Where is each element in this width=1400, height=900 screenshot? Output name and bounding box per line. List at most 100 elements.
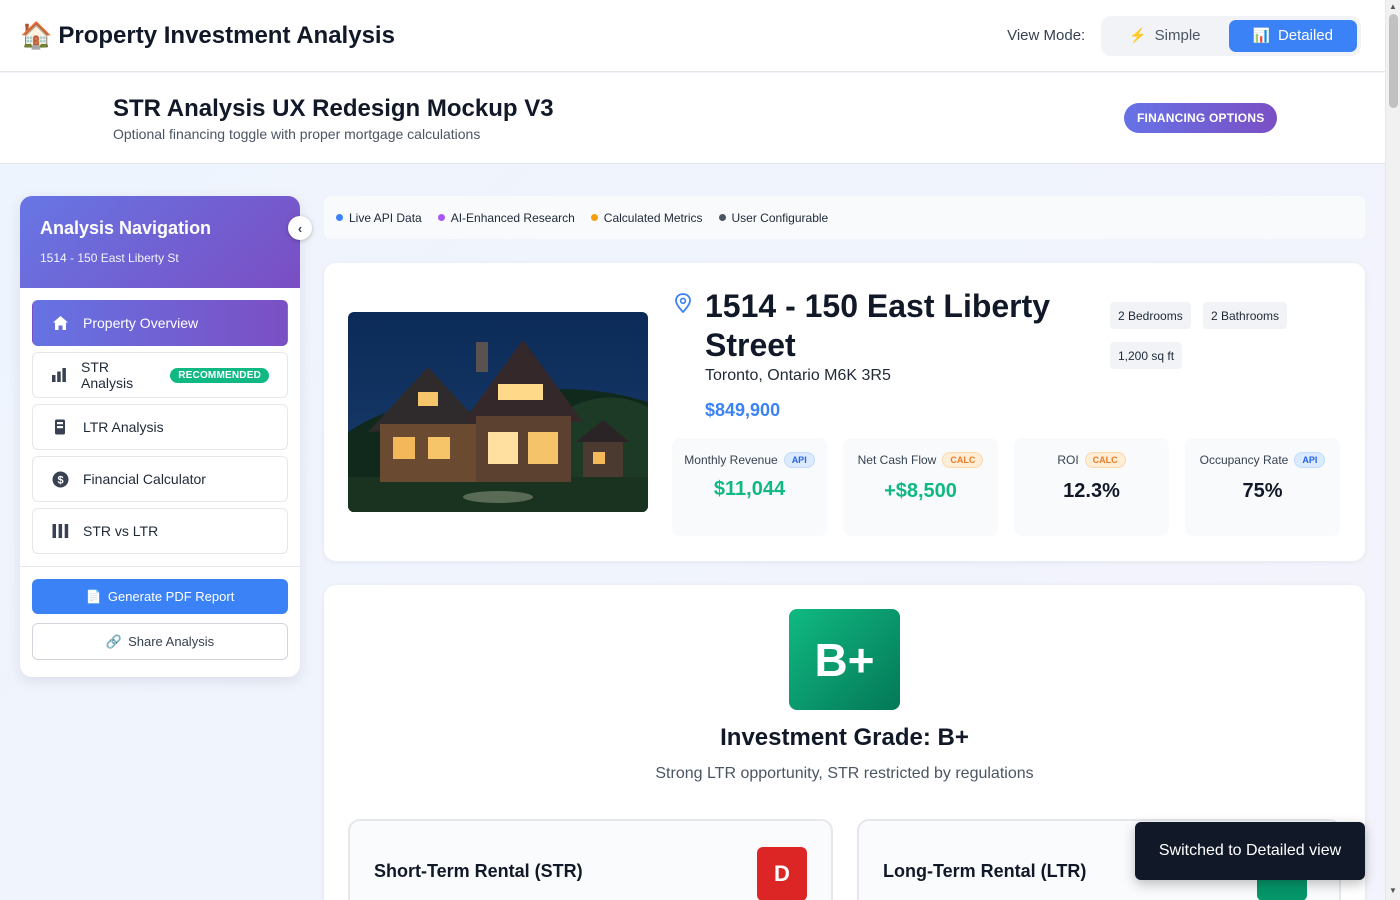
metric-label-text: Net Cash Flow — [857, 453, 937, 467]
legend-item: User Configurable — [718, 210, 829, 225]
view-mode-toggle: ⚡ Simple 📊 Detailed — [1101, 15, 1361, 56]
detailed-view-button[interactable]: 📊 Detailed — [1228, 19, 1357, 52]
dollar-icon: $ — [51, 470, 69, 488]
home-icon — [51, 314, 69, 332]
bedrooms-chip: 2 Bedrooms — [1110, 302, 1191, 329]
metric-label: Net Cash Flow CALC — [843, 452, 998, 468]
calc-tag: CALC — [1084, 452, 1126, 468]
sidebar-item-label: STR vs LTR — [83, 523, 159, 539]
metric-label-text: Monthly Revenue — [684, 453, 778, 467]
link-icon: 🔗 — [105, 633, 123, 649]
metric-card-monthly-revenue: Monthly Revenue API $11,044 — [672, 438, 827, 536]
property-card: 1514 - 150 East Liberty Street Toronto, … — [324, 263, 1365, 561]
sidebar-item-str-vs-ltr[interactable]: STR vs LTR — [32, 508, 288, 554]
property-price: $849,900 — [705, 400, 781, 420]
simple-view-label: Simple — [1154, 27, 1201, 44]
metric-value: 75% — [1242, 480, 1283, 502]
legend-dot — [718, 214, 726, 221]
metric-label-text: Occupancy Rate — [1199, 453, 1289, 467]
sidebar-item-label: STR Analysis — [81, 359, 134, 391]
metric-card-net-cash-flow: Net Cash Flow CALC +$8,500 — [843, 438, 998, 536]
metric-label: ROI CALC — [1014, 452, 1169, 468]
mockup-banner: STR Analysis UX Redesign Mockup V3 Optio… — [0, 73, 1385, 164]
detailed-view-label: Detailed — [1277, 27, 1333, 44]
calc-tag: CALC — [942, 452, 984, 468]
metric-label: Monthly Revenue API — [672, 452, 827, 468]
share-analysis-label: Share Analysis — [128, 634, 215, 649]
legend-dot — [590, 214, 598, 221]
sidebar-title: Analysis Navigation — [40, 218, 212, 238]
view-switch-toast: Switched to Detailed view — [1135, 822, 1365, 880]
str-grade-badge: D — [757, 847, 807, 900]
app-title-text: Property Investment Analysis — [58, 21, 395, 49]
recommended-badge: RECOMMENDED — [170, 367, 269, 383]
generate-pdf-label: Generate PDF Report — [107, 589, 235, 604]
property-address: Toronto, Ontario M6K 3R5 — [705, 367, 891, 384]
legend-label: User Configurable — [731, 210, 829, 225]
app-header: 🏠 Property Investment Analysis View Mode… — [0, 0, 1385, 72]
metric-label: Occupancy Rate API — [1185, 452, 1340, 468]
sidebar-item-label: Property Overview — [83, 315, 199, 331]
grade-badge: B+ — [789, 609, 900, 710]
legend-label: Live API Data — [349, 210, 422, 225]
sidebar-item-ltr-analysis[interactable]: LTR Analysis — [32, 404, 288, 450]
page-scrollbar[interactable]: ▲ ▼ — [1385, 0, 1400, 900]
sidebar-item-label: Financial Calculator — [83, 471, 206, 487]
view-mode-control: View Mode: ⚡ Simple 📊 Detailed — [1007, 15, 1361, 56]
sidebar-divider — [20, 566, 300, 567]
legend-label: AI-Enhanced Research — [450, 210, 575, 225]
metric-value: 12.3% — [1063, 480, 1120, 502]
sidebar-item-financial-calculator[interactable]: $ Financial Calculator — [32, 456, 288, 502]
scrollbar-thumb[interactable] — [1389, 14, 1398, 108]
sidebar-item-property-overview[interactable]: Property Overview — [32, 300, 288, 346]
legend-dot — [437, 214, 445, 221]
property-photo — [348, 312, 648, 512]
generate-pdf-button[interactable]: 📄 Generate PDF Report — [32, 579, 288, 614]
legend-dot — [336, 214, 343, 221]
ltr-card-title: Long-Term Rental (LTR) — [883, 861, 1087, 881]
api-tag: API — [1294, 452, 1326, 468]
square-feet-chip: 1,200 sq ft — [1110, 342, 1183, 369]
metric-card-occupancy-rate: Occupancy Rate API 75% — [1185, 438, 1340, 536]
building-icon — [51, 418, 69, 436]
compare-columns-icon — [51, 522, 69, 540]
bar-chart-icon — [51, 366, 67, 384]
lightning-icon: ⚡ — [1129, 27, 1147, 43]
str-summary-card[interactable]: Short-Term Rental (STR) D — [348, 819, 833, 900]
legend-item: AI-Enhanced Research — [437, 210, 575, 225]
api-tag: API — [783, 452, 815, 468]
simple-view-button[interactable]: ⚡ Simple — [1105, 20, 1224, 52]
scroll-down-arrow-icon[interactable]: ▼ — [1389, 886, 1397, 895]
sidebar-subtitle: 1514 - 150 East Liberty St — [40, 251, 179, 265]
grade-title: Investment Grade: B+ — [720, 724, 969, 751]
property-title: 1514 - 150 East Liberty Street — [705, 288, 1051, 363]
banner-subtitle: Optional financing toggle with proper mo… — [113, 126, 481, 142]
banner-title: STR Analysis UX Redesign Mockup V3 — [113, 95, 554, 122]
app-title: 🏠 Property Investment Analysis — [20, 20, 395, 51]
share-analysis-button[interactable]: 🔗 Share Analysis — [32, 623, 288, 660]
legend-label: Calculated Metrics — [603, 210, 703, 225]
bathrooms-chip: 2 Bathrooms — [1203, 302, 1288, 329]
financing-options-pill[interactable]: FINANCING OPTIONS — [1124, 103, 1278, 133]
chart-icon: 📊 — [1252, 27, 1270, 43]
scroll-up-arrow-icon[interactable]: ▲ — [1389, 2, 1397, 11]
metric-value: $11,044 — [713, 478, 786, 500]
metric-label-text: ROI — [1057, 453, 1079, 467]
sidebar-nav: Property Overview STR Analysis RECOMMEND… — [20, 288, 300, 554]
legend-item: Calculated Metrics — [590, 210, 703, 225]
str-card-title: Short-Term Rental (STR) — [374, 861, 583, 881]
house-icon: 🏠 — [20, 20, 53, 50]
chevron-left-icon: ‹ — [297, 220, 303, 236]
grade-subtitle: Strong LTR opportunity, STR restricted b… — [655, 765, 1034, 782]
metric-value: +$8,500 — [884, 480, 957, 502]
sidebar-item-label: LTR Analysis — [83, 419, 164, 435]
metric-card-roi: ROI CALC 12.3% — [1014, 438, 1169, 536]
sidebar-actions: 📄 Generate PDF Report 🔗 Share Analysis — [20, 579, 300, 660]
data-source-legend: Live API Data AI-Enhanced Research Calcu… — [324, 196, 1365, 239]
collapse-sidebar-button[interactable]: ‹ — [288, 216, 312, 240]
sidebar-item-str-analysis[interactable]: STR Analysis RECOMMENDED — [32, 352, 288, 398]
key-metrics: Monthly Revenue API $11,044 Net Cash Flo… — [672, 438, 1340, 536]
svg-text:$: $ — [57, 474, 63, 486]
view-mode-label: View Mode: — [1007, 27, 1086, 44]
location-pin-icon — [675, 293, 691, 313]
